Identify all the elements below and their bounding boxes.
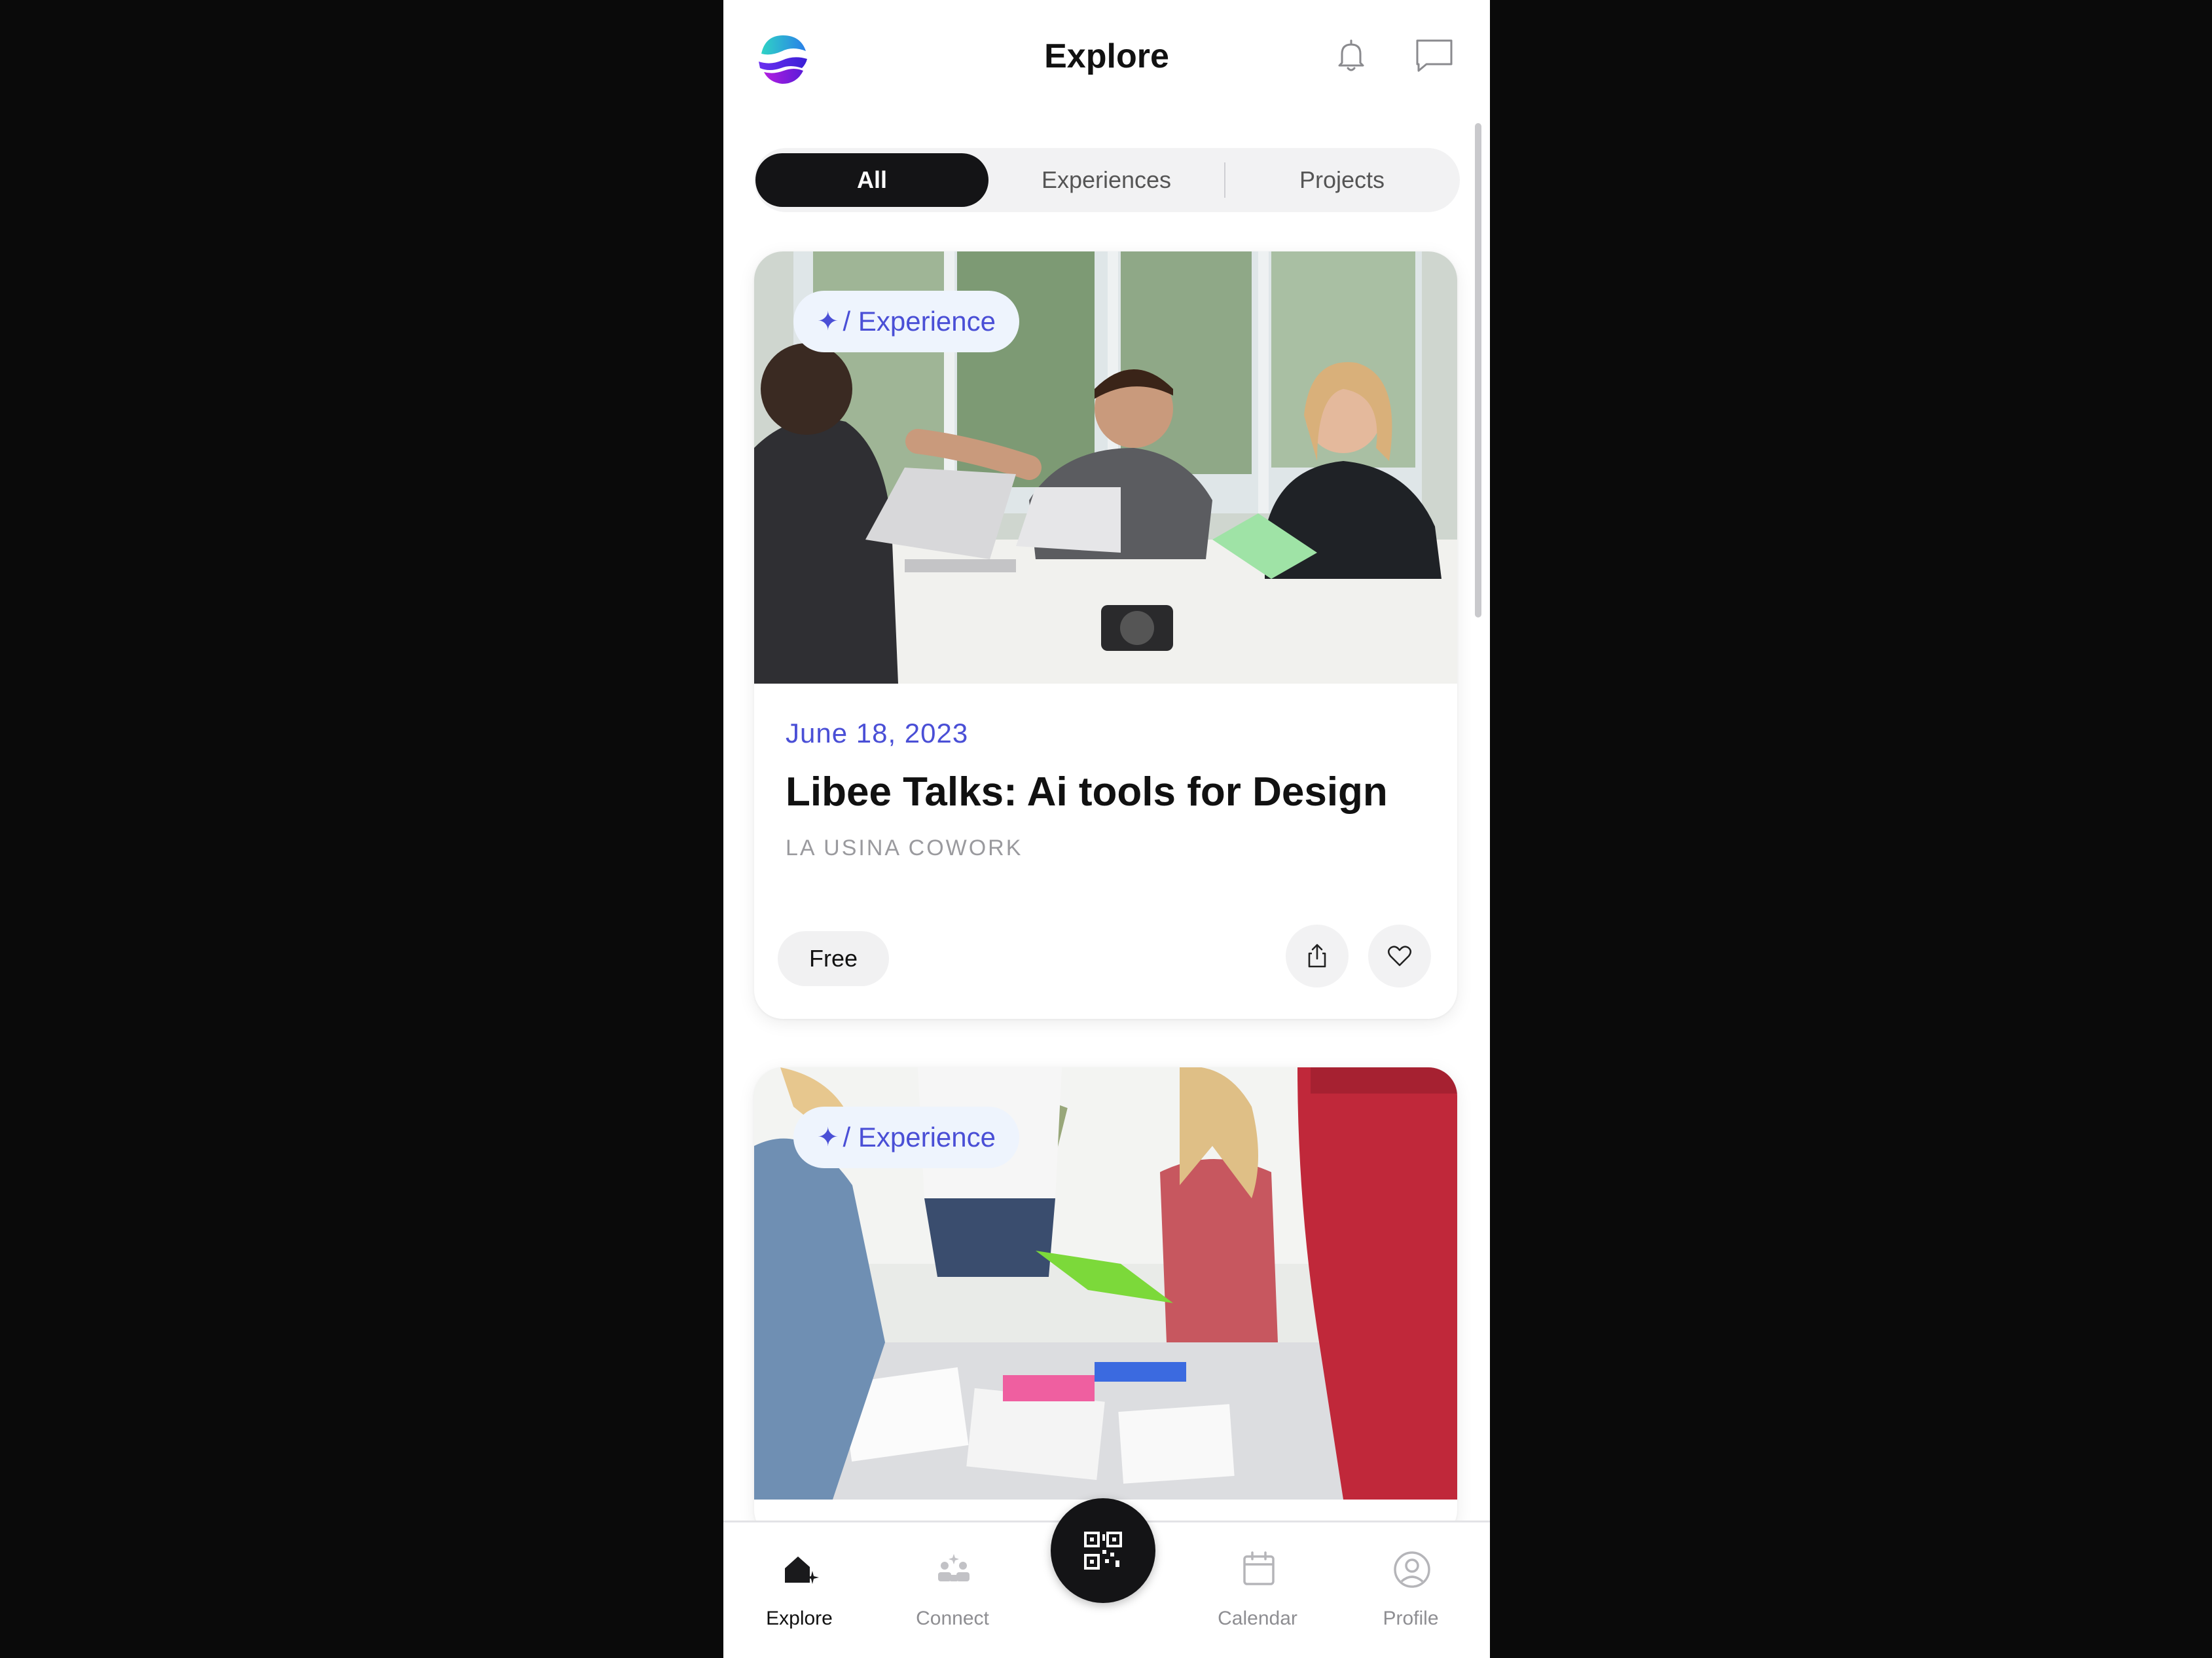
price-badge: Free: [778, 931, 890, 986]
like-button[interactable]: [1368, 925, 1431, 987]
tab-projects[interactable]: Projects: [1225, 153, 1459, 207]
nav-connect[interactable]: Connect: [880, 1522, 1024, 1658]
tag-label: / Experience: [843, 1122, 996, 1152]
event-venue: LA USINA COWORK: [786, 836, 1023, 860]
scrollbar[interactable]: [1475, 123, 1481, 617]
bell-icon[interactable]: [1329, 34, 1373, 79]
calendar-icon: [1243, 1551, 1275, 1585]
page-title: Explore: [1044, 37, 1169, 75]
qr-scan-button[interactable]: [1051, 1498, 1155, 1603]
nav-label: Explore: [766, 1608, 833, 1629]
heart-icon: [1387, 946, 1412, 967]
filter-tabs: All Experiences Projects: [754, 148, 1460, 212]
qr-code-icon: [1084, 1532, 1122, 1570]
nav-label: Profile: [1383, 1608, 1439, 1629]
share-icon: [1308, 944, 1326, 968]
nav-explore[interactable]: Explore: [727, 1522, 871, 1658]
share-button[interactable]: [1286, 925, 1349, 987]
profile-icon: [1394, 1551, 1430, 1588]
event-card[interactable]: ✦ / Experience: [754, 1067, 1457, 1539]
sparkle-icon: ✦: [817, 1123, 839, 1152]
tag-label: / Experience: [843, 306, 996, 337]
app-header: Explore: [723, 0, 1490, 118]
phone-screen: Explore All Experiences Projects ✦ / Exp…: [723, 0, 1490, 1658]
sparkle-icon: ✦: [817, 307, 839, 336]
tab-experiences[interactable]: Experiences: [990, 153, 1223, 207]
nav-profile[interactable]: Profile: [1339, 1522, 1483, 1658]
people-icon: [938, 1554, 970, 1581]
experience-tag: ✦ / Experience: [793, 1107, 1019, 1168]
event-title[interactable]: Libee Talks: Ai tools for Design: [786, 769, 1388, 815]
event-card[interactable]: ✦ / Experience June 18, 2023 Libee Talks…: [754, 251, 1457, 1019]
nav-label: Calendar: [1218, 1608, 1297, 1629]
event-date: June 18, 2023: [786, 718, 969, 748]
experience-tag: ✦ / Experience: [793, 291, 1019, 352]
nav-calendar[interactable]: Calendar: [1186, 1522, 1330, 1658]
nav-label: Connect: [916, 1608, 989, 1629]
chat-icon[interactable]: [1412, 34, 1457, 79]
home-sparkle-icon: [785, 1557, 819, 1584]
tab-all[interactable]: All: [755, 153, 988, 207]
